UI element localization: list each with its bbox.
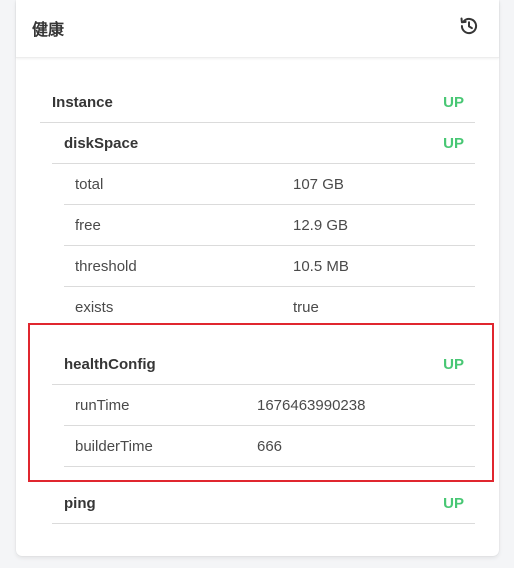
detail-row: runTime 1676463990238 bbox=[64, 385, 475, 426]
healthconfig-label: healthConfig bbox=[64, 355, 156, 373]
detail-key: free bbox=[75, 217, 101, 234]
healthconfig-status: UP bbox=[443, 355, 464, 373]
history-icon[interactable] bbox=[459, 16, 479, 36]
diskspace-status: UP bbox=[443, 134, 464, 152]
detail-value: true bbox=[293, 299, 319, 316]
diskspace-row: diskSpace UP bbox=[52, 123, 475, 164]
instance-label: Instance bbox=[52, 93, 113, 111]
diskspace-label: diskSpace bbox=[64, 134, 139, 152]
healthconfig-row: healthConfig UP bbox=[52, 344, 475, 385]
detail-key: total bbox=[75, 176, 104, 193]
card-header: 健康 bbox=[16, 0, 499, 58]
card-title: 健康 bbox=[32, 20, 65, 39]
instance-status: UP bbox=[443, 93, 464, 111]
detail-row: exists true bbox=[64, 287, 475, 328]
ping-status: UP bbox=[443, 494, 464, 512]
detail-row: free 12.9 GB bbox=[64, 205, 475, 246]
detail-value: 10.5 MB bbox=[293, 258, 349, 275]
detail-key: runTime bbox=[75, 397, 130, 414]
detail-row: total 107 GB bbox=[64, 164, 475, 205]
detail-key: threshold bbox=[75, 258, 137, 275]
ping-row: ping UP bbox=[52, 483, 475, 524]
health-card: 健康 Instance UP diskSpace UP total 107 GB… bbox=[16, 0, 499, 556]
detail-value: 1676463990238 bbox=[257, 397, 366, 414]
detail-key: builderTime bbox=[75, 438, 153, 455]
ping-label: ping bbox=[64, 494, 96, 512]
detail-value: 12.9 GB bbox=[293, 217, 349, 234]
instance-row: Instance UP bbox=[40, 82, 475, 123]
detail-value: 107 GB bbox=[293, 176, 344, 193]
detail-value: 666 bbox=[257, 438, 283, 455]
detail-row: builderTime 666 bbox=[64, 426, 475, 467]
detail-key: exists bbox=[75, 299, 114, 316]
detail-row: threshold 10.5 MB bbox=[64, 246, 475, 287]
